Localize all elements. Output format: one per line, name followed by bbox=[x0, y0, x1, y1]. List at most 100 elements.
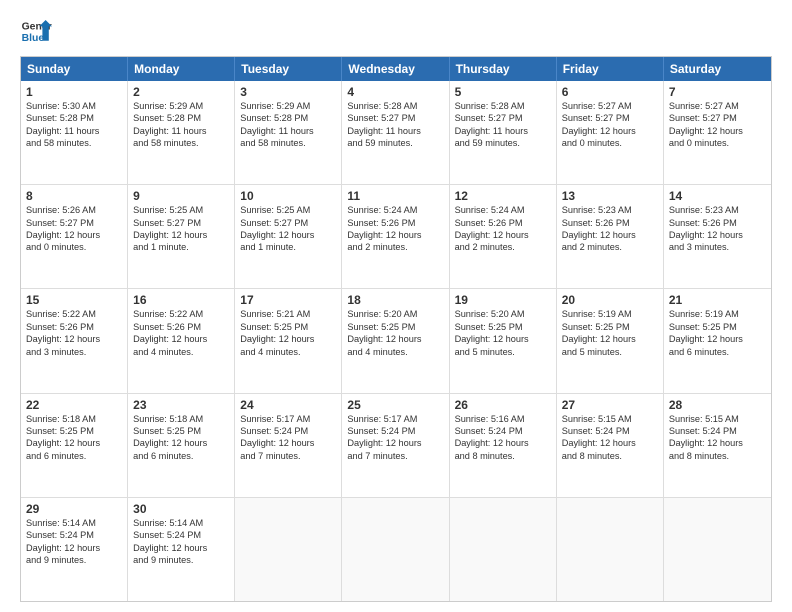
cell-info-line: Sunrise: 5:14 AM bbox=[26, 517, 122, 529]
cell-info-line: and 3 minutes. bbox=[669, 241, 766, 253]
cell-info-line: Sunrise: 5:28 AM bbox=[347, 100, 443, 112]
cell-info-line: Sunset: 5:26 PM bbox=[669, 217, 766, 229]
cell-info-line: and 6 minutes. bbox=[26, 450, 122, 462]
cell-info-line: Daylight: 12 hours bbox=[240, 229, 336, 241]
calendar-row: 15Sunrise: 5:22 AMSunset: 5:26 PMDayligh… bbox=[21, 288, 771, 392]
cell-info-line: Sunset: 5:27 PM bbox=[133, 217, 229, 229]
calendar-cell: 15Sunrise: 5:22 AMSunset: 5:26 PMDayligh… bbox=[21, 289, 128, 392]
cell-info-line: Daylight: 12 hours bbox=[455, 437, 551, 449]
cell-info-line: Daylight: 12 hours bbox=[240, 333, 336, 345]
calendar-cell bbox=[342, 498, 449, 601]
day-number: 23 bbox=[133, 398, 229, 412]
calendar-cell: 11Sunrise: 5:24 AMSunset: 5:26 PMDayligh… bbox=[342, 185, 449, 288]
cell-info-line: Sunrise: 5:25 AM bbox=[133, 204, 229, 216]
cell-info-line: Sunrise: 5:19 AM bbox=[562, 308, 658, 320]
cell-info-line: Sunset: 5:27 PM bbox=[455, 112, 551, 124]
cell-info-line: Sunset: 5:24 PM bbox=[347, 425, 443, 437]
cell-info-line: Sunset: 5:26 PM bbox=[455, 217, 551, 229]
cell-info-line: and 0 minutes. bbox=[562, 137, 658, 149]
calendar-cell: 5Sunrise: 5:28 AMSunset: 5:27 PMDaylight… bbox=[450, 81, 557, 184]
cell-info-line: Daylight: 11 hours bbox=[347, 125, 443, 137]
cell-info-line: Sunrise: 5:15 AM bbox=[669, 413, 766, 425]
cell-info-line: and 58 minutes. bbox=[240, 137, 336, 149]
cell-info-line: and 1 minute. bbox=[240, 241, 336, 253]
cell-info-line: Sunrise: 5:27 AM bbox=[562, 100, 658, 112]
cell-info-line: Sunset: 5:26 PM bbox=[347, 217, 443, 229]
cell-info-line: and 8 minutes. bbox=[669, 450, 766, 462]
cell-info-line: Sunrise: 5:25 AM bbox=[240, 204, 336, 216]
cell-info-line: Sunset: 5:28 PM bbox=[240, 112, 336, 124]
cell-info-line: Sunset: 5:24 PM bbox=[455, 425, 551, 437]
calendar-cell: 16Sunrise: 5:22 AMSunset: 5:26 PMDayligh… bbox=[128, 289, 235, 392]
cell-info-line: Sunrise: 5:21 AM bbox=[240, 308, 336, 320]
day-of-week-tuesday: Tuesday bbox=[235, 57, 342, 81]
day-number: 30 bbox=[133, 502, 229, 516]
cell-info-line: Sunset: 5:27 PM bbox=[26, 217, 122, 229]
calendar-cell bbox=[450, 498, 557, 601]
day-number: 20 bbox=[562, 293, 658, 307]
calendar-cell: 22Sunrise: 5:18 AMSunset: 5:25 PMDayligh… bbox=[21, 394, 128, 497]
day-number: 7 bbox=[669, 85, 766, 99]
day-number: 24 bbox=[240, 398, 336, 412]
day-of-week-sunday: Sunday bbox=[21, 57, 128, 81]
cell-info-line: Daylight: 11 hours bbox=[240, 125, 336, 137]
day-number: 5 bbox=[455, 85, 551, 99]
cell-info-line: Sunset: 5:28 PM bbox=[26, 112, 122, 124]
cell-info-line: and 4 minutes. bbox=[347, 346, 443, 358]
cell-info-line: and 7 minutes. bbox=[240, 450, 336, 462]
calendar-cell: 8Sunrise: 5:26 AMSunset: 5:27 PMDaylight… bbox=[21, 185, 128, 288]
cell-info-line: Sunrise: 5:29 AM bbox=[133, 100, 229, 112]
cell-info-line: and 5 minutes. bbox=[562, 346, 658, 358]
cell-info-line: Sunset: 5:24 PM bbox=[133, 529, 229, 541]
calendar-body: 1Sunrise: 5:30 AMSunset: 5:28 PMDaylight… bbox=[21, 81, 771, 601]
cell-info-line: Daylight: 12 hours bbox=[455, 333, 551, 345]
cell-info-line: Sunset: 5:28 PM bbox=[133, 112, 229, 124]
cell-info-line: Daylight: 12 hours bbox=[562, 229, 658, 241]
cell-info-line: and 4 minutes. bbox=[133, 346, 229, 358]
logo: General Blue bbox=[20, 18, 52, 46]
cell-info-line: Sunrise: 5:17 AM bbox=[240, 413, 336, 425]
cell-info-line: Sunrise: 5:28 AM bbox=[455, 100, 551, 112]
cell-info-line: Sunset: 5:27 PM bbox=[347, 112, 443, 124]
day-number: 28 bbox=[669, 398, 766, 412]
cell-info-line: and 58 minutes. bbox=[133, 137, 229, 149]
cell-info-line: Sunrise: 5:22 AM bbox=[133, 308, 229, 320]
day-number: 22 bbox=[26, 398, 122, 412]
cell-info-line: Sunset: 5:24 PM bbox=[240, 425, 336, 437]
day-number: 19 bbox=[455, 293, 551, 307]
cell-info-line: Sunset: 5:25 PM bbox=[26, 425, 122, 437]
calendar-cell: 24Sunrise: 5:17 AMSunset: 5:24 PMDayligh… bbox=[235, 394, 342, 497]
cell-info-line: and 58 minutes. bbox=[26, 137, 122, 149]
day-number: 6 bbox=[562, 85, 658, 99]
calendar-row: 1Sunrise: 5:30 AMSunset: 5:28 PMDaylight… bbox=[21, 81, 771, 184]
logo-icon: General Blue bbox=[20, 18, 52, 46]
cell-info-line: Sunset: 5:25 PM bbox=[133, 425, 229, 437]
cell-info-line: Sunrise: 5:20 AM bbox=[347, 308, 443, 320]
calendar-cell: 26Sunrise: 5:16 AMSunset: 5:24 PMDayligh… bbox=[450, 394, 557, 497]
day-number: 21 bbox=[669, 293, 766, 307]
cell-info-line: Sunset: 5:24 PM bbox=[562, 425, 658, 437]
calendar-cell: 19Sunrise: 5:20 AMSunset: 5:25 PMDayligh… bbox=[450, 289, 557, 392]
cell-info-line: Sunset: 5:25 PM bbox=[669, 321, 766, 333]
day-number: 11 bbox=[347, 189, 443, 203]
day-number: 8 bbox=[26, 189, 122, 203]
cell-info-line: Daylight: 12 hours bbox=[562, 125, 658, 137]
day-number: 9 bbox=[133, 189, 229, 203]
calendar-cell: 25Sunrise: 5:17 AMSunset: 5:24 PMDayligh… bbox=[342, 394, 449, 497]
day-number: 27 bbox=[562, 398, 658, 412]
cell-info-line: Sunrise: 5:30 AM bbox=[26, 100, 122, 112]
cell-info-line: Sunset: 5:27 PM bbox=[669, 112, 766, 124]
cell-info-line: Sunrise: 5:27 AM bbox=[669, 100, 766, 112]
cell-info-line: Sunset: 5:25 PM bbox=[455, 321, 551, 333]
cell-info-line: and 59 minutes. bbox=[455, 137, 551, 149]
calendar-cell: 14Sunrise: 5:23 AMSunset: 5:26 PMDayligh… bbox=[664, 185, 771, 288]
cell-info-line: Daylight: 12 hours bbox=[669, 437, 766, 449]
calendar-cell: 21Sunrise: 5:19 AMSunset: 5:25 PMDayligh… bbox=[664, 289, 771, 392]
day-of-week-monday: Monday bbox=[128, 57, 235, 81]
cell-info-line: Daylight: 11 hours bbox=[133, 125, 229, 137]
day-number: 15 bbox=[26, 293, 122, 307]
cell-info-line: Sunrise: 5:23 AM bbox=[562, 204, 658, 216]
cell-info-line: Sunrise: 5:23 AM bbox=[669, 204, 766, 216]
cell-info-line: Sunset: 5:25 PM bbox=[347, 321, 443, 333]
cell-info-line: Daylight: 11 hours bbox=[26, 125, 122, 137]
